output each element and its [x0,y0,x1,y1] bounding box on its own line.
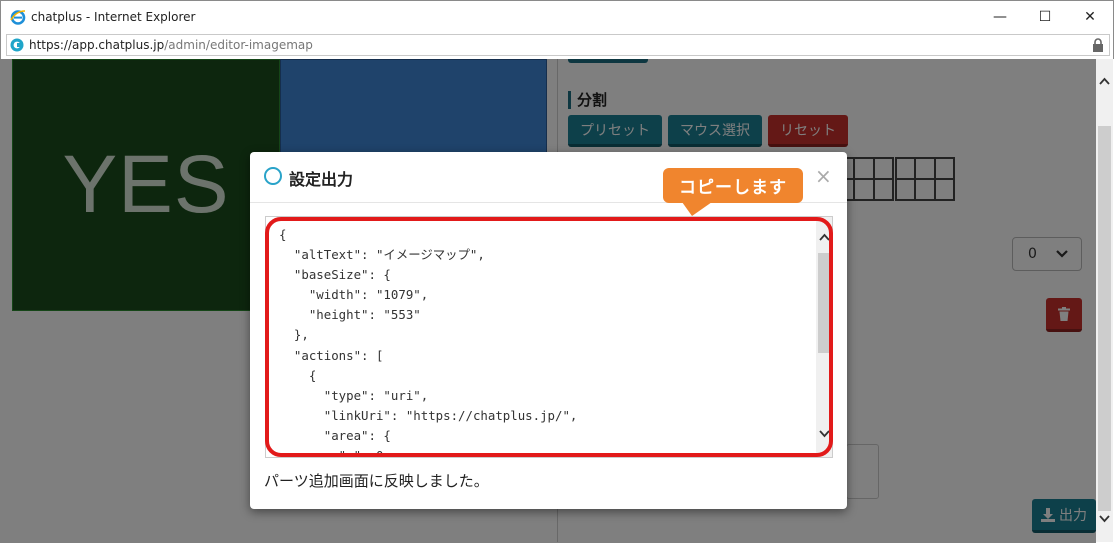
page-scrollbar-thumb[interactable] [1098,126,1111,511]
site-favicon-icon [10,38,24,52]
url-host: https://app.chatplus.jp [29,38,165,52]
scroll-up-arrow-icon[interactable] [1098,75,1111,89]
window-title: chatplus - Internet Explorer [31,10,196,24]
callout-tail [682,202,712,216]
page-scrollbar[interactable] [1096,59,1113,542]
modal-title: 設定出力 [289,170,354,189]
url-text: https://app.chatplus.jp/admin/editor-ima… [29,38,313,52]
maximize-button[interactable]: ☐ [1022,1,1068,33]
circle-icon [264,167,282,185]
highlight-frame [265,217,833,457]
modal-close-button[interactable]: × [815,164,832,188]
ie-logo-icon [10,10,26,25]
url-field[interactable]: https://app.chatplus.jp/admin/editor-ima… [6,34,1110,56]
lock-icon [1093,38,1103,52]
minimize-button[interactable]: — [977,1,1023,33]
address-bar: https://app.chatplus.jp/admin/editor-ima… [0,33,1114,59]
window-titlebar: chatplus - Internet Explorer — ☐ ✕ [0,0,1114,33]
copy-callout: コピーします [663,168,803,203]
scroll-down-arrow-icon[interactable] [1098,511,1111,525]
status-message: パーツ追加画面に反映しました。 [264,472,489,490]
close-window-button[interactable]: ✕ [1067,1,1113,33]
url-path: /admin/editor-imagemap [164,38,313,52]
